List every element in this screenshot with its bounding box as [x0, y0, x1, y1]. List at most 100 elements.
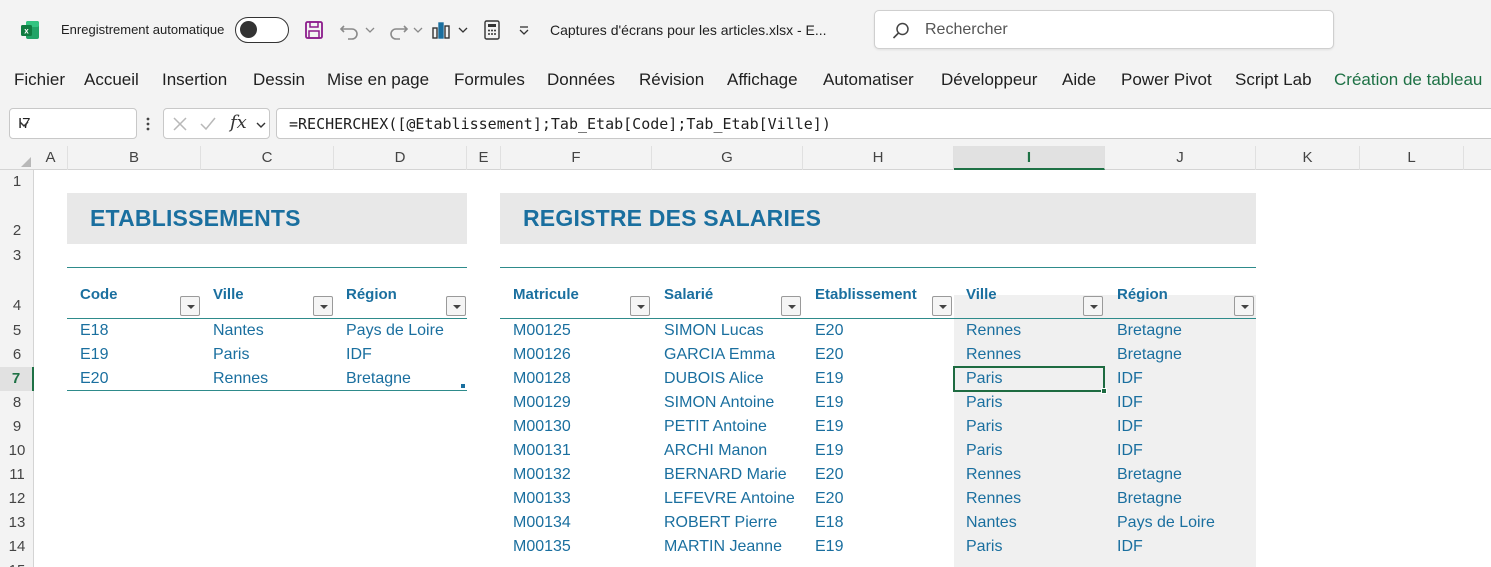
cancel-icon[interactable]	[172, 116, 188, 137]
registre-cell-matricule[interactable]: M00128	[513, 370, 571, 388]
registre-cell-etablissement[interactable]: E20	[815, 466, 843, 484]
registre-cell-salarie[interactable]: MARTIN Jeanne	[664, 538, 782, 556]
undo-icon[interactable]	[338, 18, 362, 42]
registre-cell-salarie[interactable]: PETIT Antoine	[664, 418, 767, 436]
registre-cell-salarie[interactable]: LEFEVRE Antoine	[664, 490, 795, 508]
column-header-g[interactable]: G	[652, 146, 803, 170]
insert-function-icon[interactable]: fx	[230, 112, 247, 133]
etab-cell[interactable]: E20	[80, 370, 108, 388]
filter-dropdown-button[interactable]	[446, 296, 466, 316]
registre-cell-region[interactable]: Bretagne	[1117, 490, 1182, 508]
registre-cell-matricule[interactable]: M00133	[513, 490, 571, 508]
registre-cell-etablissement[interactable]: E18	[815, 514, 843, 532]
registre-cell-region[interactable]: IDF	[1117, 442, 1143, 460]
etab-cell[interactable]: E18	[80, 322, 108, 340]
registre-cell-ville[interactable]: Paris	[966, 538, 1002, 556]
tab-dessin[interactable]: Dessin	[253, 70, 305, 90]
etab-cell[interactable]: E19	[80, 346, 108, 364]
registre-cell-matricule[interactable]: M00126	[513, 346, 571, 364]
registre-cell-ville[interactable]: Rennes	[966, 466, 1021, 484]
registre-cell-matricule[interactable]: M00132	[513, 466, 571, 484]
registre-cell-etablissement[interactable]: E19	[815, 418, 843, 436]
registre-cell-region[interactable]: Bretagne	[1117, 466, 1182, 484]
registre-cell-region[interactable]: Bretagne	[1117, 322, 1182, 340]
row-header-15[interactable]: 15	[0, 559, 34, 567]
row-header-10[interactable]: 10	[0, 439, 34, 463]
registre-cell-region[interactable]: Bretagne	[1117, 346, 1182, 364]
row-header-3[interactable]: 3	[0, 244, 34, 268]
cells-area[interactable]: ETABLISSEMENTS REGISTRE DES SALARIES Cod…	[34, 170, 1491, 567]
row-header-5[interactable]: 5	[0, 319, 34, 343]
column-header-j[interactable]: J	[1105, 146, 1256, 170]
registre-cell-matricule[interactable]: M00130	[513, 418, 571, 436]
chevron-down-icon[interactable]	[18, 117, 130, 134]
registre-cell-matricule[interactable]: M00125	[513, 322, 571, 340]
tab-creation-de-tableau[interactable]: Création de tableau	[1334, 70, 1482, 90]
etab-cell[interactable]: Rennes	[213, 370, 268, 388]
row-header-9[interactable]: 9	[0, 415, 34, 439]
row-header-13[interactable]: 13	[0, 511, 34, 535]
filter-dropdown-button[interactable]	[1083, 296, 1103, 316]
tab-aide[interactable]: Aide	[1062, 70, 1096, 90]
filter-dropdown-button[interactable]	[1234, 296, 1254, 316]
registre-cell-salarie[interactable]: ARCHI Manon	[664, 442, 767, 460]
column-header-h[interactable]: H	[803, 146, 954, 170]
column-header-k[interactable]: K	[1256, 146, 1360, 170]
column-header-b[interactable]: B	[68, 146, 201, 170]
excel-app-icon[interactable]: x	[20, 20, 40, 40]
etab-cell[interactable]: Paris	[213, 346, 249, 364]
tab-donnees[interactable]: Données	[547, 70, 615, 90]
active-cell-i7[interactable]	[953, 366, 1105, 392]
chart-icon[interactable]	[430, 18, 454, 42]
tab-automatiser[interactable]: Automatiser	[823, 70, 914, 90]
tab-script-lab[interactable]: Script Lab	[1235, 70, 1312, 90]
registre-cell-salarie[interactable]: DUBOIS Alice	[664, 370, 764, 388]
registre-cell-ville[interactable]: Nantes	[966, 514, 1017, 532]
search-box[interactable]	[874, 10, 1334, 49]
registre-cell-etablissement[interactable]: E19	[815, 394, 843, 412]
registre-cell-etablissement[interactable]: E19	[815, 370, 843, 388]
row-header-11[interactable]: 11	[0, 463, 34, 487]
filter-dropdown-button[interactable]	[313, 296, 333, 316]
redo-dropdown-icon[interactable]	[412, 18, 424, 42]
column-header-l[interactable]: L	[1360, 146, 1464, 170]
tab-revision[interactable]: Révision	[639, 70, 704, 90]
registre-cell-region[interactable]: Pays de Loire	[1117, 514, 1215, 532]
enter-check-icon[interactable]	[199, 116, 217, 137]
row-header-1[interactable]: 1	[0, 170, 34, 194]
tab-fichier[interactable]: Fichier	[14, 70, 65, 90]
registre-cell-salarie[interactable]: ROBERT Pierre	[664, 514, 777, 532]
etab-cell[interactable]: Nantes	[213, 322, 264, 340]
chart-dropdown-icon[interactable]	[457, 18, 469, 42]
tab-insertion[interactable]: Insertion	[162, 70, 227, 90]
row-header-12[interactable]: 12	[0, 487, 34, 511]
registre-cell-region[interactable]: IDF	[1117, 394, 1143, 412]
select-all-button[interactable]	[0, 146, 34, 170]
filter-dropdown-button[interactable]	[180, 296, 200, 316]
registre-cell-ville[interactable]: Paris	[966, 442, 1002, 460]
chevron-down-icon[interactable]	[255, 118, 267, 136]
row-header-4[interactable]: 4	[0, 268, 34, 319]
registre-cell-salarie[interactable]: SIMON Lucas	[664, 322, 764, 340]
table-resize-handle[interactable]	[461, 384, 465, 388]
fill-handle[interactable]	[1101, 388, 1107, 394]
tab-accueil[interactable]: Accueil	[84, 70, 139, 90]
customize-toolbar-icon[interactable]	[517, 18, 531, 42]
etab-cell[interactable]: IDF	[346, 346, 372, 364]
registre-cell-etablissement[interactable]: E19	[815, 538, 843, 556]
registre-cell-matricule[interactable]: M00131	[513, 442, 571, 460]
registre-cell-salarie[interactable]: BERNARD Marie	[664, 466, 787, 484]
filter-dropdown-button[interactable]	[781, 296, 801, 316]
registre-cell-ville[interactable]: Rennes	[966, 322, 1021, 340]
redo-icon[interactable]	[386, 18, 410, 42]
tab-power-pivot[interactable]: Power Pivot	[1121, 70, 1212, 90]
column-header-d[interactable]: D	[334, 146, 467, 170]
row-header-6[interactable]: 6	[0, 343, 34, 367]
registre-cell-matricule[interactable]: M00129	[513, 394, 571, 412]
registre-cell-region[interactable]: IDF	[1117, 538, 1143, 556]
row-header-8[interactable]: 8	[0, 391, 34, 415]
registre-cell-ville[interactable]: Paris	[966, 418, 1002, 436]
tab-mise-en-page[interactable]: Mise en page	[327, 70, 429, 90]
registre-cell-salarie[interactable]: SIMON Antoine	[664, 394, 774, 412]
column-header-c[interactable]: C	[201, 146, 334, 170]
